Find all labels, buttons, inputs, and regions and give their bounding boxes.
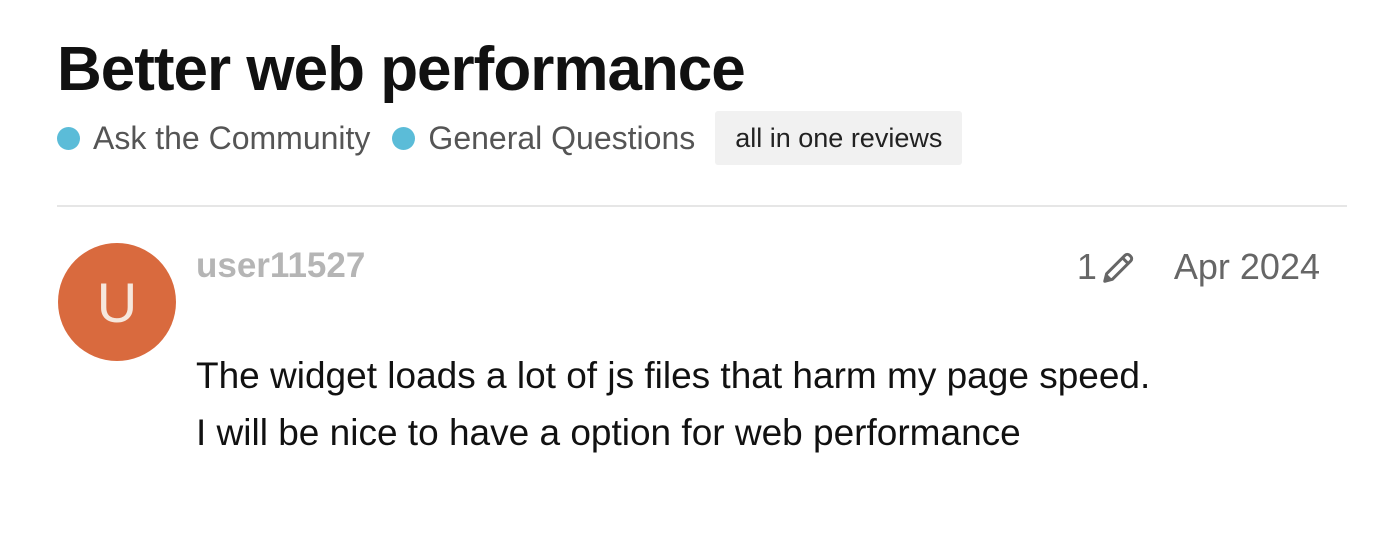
avatar[interactable]: U [58, 243, 176, 361]
edit-count: 1 [1076, 246, 1097, 287]
category-label: Ask the Community [93, 120, 371, 156]
post-body-line: I will be nice to have a option for web … [196, 412, 1021, 453]
divider [57, 205, 1347, 207]
post-date[interactable]: Apr 2024 [1174, 245, 1320, 289]
category-label: General Questions [428, 120, 696, 156]
category-color-dot [57, 126, 80, 150]
avatar-letter: U [96, 271, 138, 334]
pencil-icon [1103, 252, 1134, 283]
username-link[interactable]: user11527 [196, 244, 365, 288]
post-body-line: The widget loads a lot of js files that … [196, 355, 1151, 396]
category-ask-the-community[interactable]: Ask the Community [57, 118, 370, 158]
edit-history-button[interactable]: 1 [1077, 245, 1174, 289]
category-color-dot [392, 126, 416, 150]
topic-categories: Ask the Community General Questions all … [57, 110, 963, 166]
tag-all-in-one-reviews[interactable]: all in one reviews [715, 111, 963, 165]
post-meta: 1 Apr 2024 [1077, 242, 1320, 292]
post-body: The widget loads a lot of js files that … [196, 347, 1316, 461]
category-general-questions[interactable]: General Questions [392, 118, 695, 158]
topic-title: Better web performance [57, 35, 746, 104]
